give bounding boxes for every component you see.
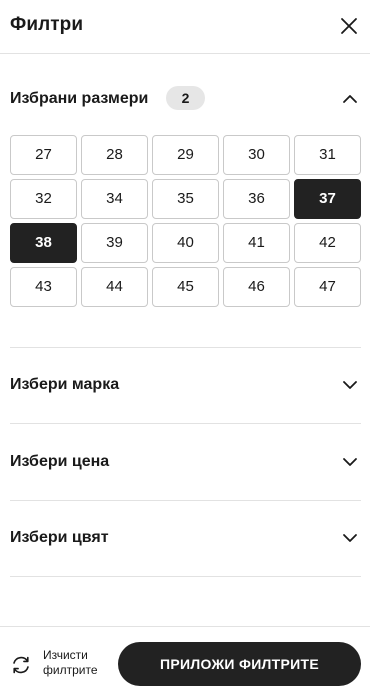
clear-filters-button[interactable]: Изчисти филтрите	[10, 647, 110, 683]
size-option-29[interactable]: 29	[152, 135, 219, 175]
sizes-section-header[interactable]: Избрани размери 2	[10, 80, 361, 120]
selected-count-badge: 2	[166, 86, 205, 110]
size-option-36[interactable]: 36	[223, 179, 290, 219]
divider	[10, 347, 361, 348]
size-option-30[interactable]: 30	[223, 135, 290, 175]
sizes-section-label: Избрани размери	[10, 90, 149, 107]
divider	[10, 576, 361, 577]
size-option-44[interactable]: 44	[81, 267, 148, 307]
size-option-28[interactable]: 28	[81, 135, 148, 175]
divider	[10, 500, 361, 501]
close-icon	[341, 18, 357, 34]
size-option-37[interactable]: 37	[294, 179, 361, 219]
size-option-31[interactable]: 31	[294, 135, 361, 175]
close-button[interactable]	[337, 14, 361, 38]
size-option-41[interactable]: 41	[223, 223, 290, 263]
apply-filters-button[interactable]: ПРИЛОЖИ ФИЛТРИТЕ	[118, 642, 361, 686]
size-option-34[interactable]: 34	[81, 179, 148, 219]
brand-section-header[interactable]: Избери марка	[10, 366, 361, 406]
color-section-header[interactable]: Избери цвят	[10, 519, 361, 559]
price-section-header[interactable]: Избери цена	[10, 443, 361, 483]
size-option-27[interactable]: 27	[10, 135, 77, 175]
filters-header: Филтри	[0, 0, 370, 54]
filters-footer: Изчисти филтрите ПРИЛОЖИ ФИЛТРИТЕ	[0, 626, 370, 700]
clear-label-line1: Изчисти	[43, 648, 88, 662]
size-option-32[interactable]: 32	[10, 179, 77, 219]
chevron-down-icon	[343, 458, 357, 466]
size-option-42[interactable]: 42	[294, 223, 361, 263]
size-option-40[interactable]: 40	[152, 223, 219, 263]
size-option-43[interactable]: 43	[10, 267, 77, 307]
brand-section-label: Избери марка	[10, 376, 120, 393]
chevron-down-icon	[343, 534, 357, 542]
size-option-47[interactable]: 47	[294, 267, 361, 307]
chevron-down-icon	[343, 381, 357, 389]
clear-filters-label: Изчисти филтрите	[43, 648, 113, 678]
size-option-39[interactable]: 39	[81, 223, 148, 263]
size-option-38[interactable]: 38	[10, 223, 77, 263]
chevron-up-icon	[343, 95, 357, 103]
refresh-icon	[13, 656, 29, 674]
divider	[10, 423, 361, 424]
size-option-35[interactable]: 35	[152, 179, 219, 219]
page-title: Филтри	[10, 14, 84, 35]
price-section-label: Избери цена	[10, 453, 110, 470]
clear-label-line2: филтрите	[43, 663, 98, 677]
size-option-46[interactable]: 46	[223, 267, 290, 307]
color-section-label: Избери цвят	[10, 529, 109, 546]
size-option-45[interactable]: 45	[152, 267, 219, 307]
